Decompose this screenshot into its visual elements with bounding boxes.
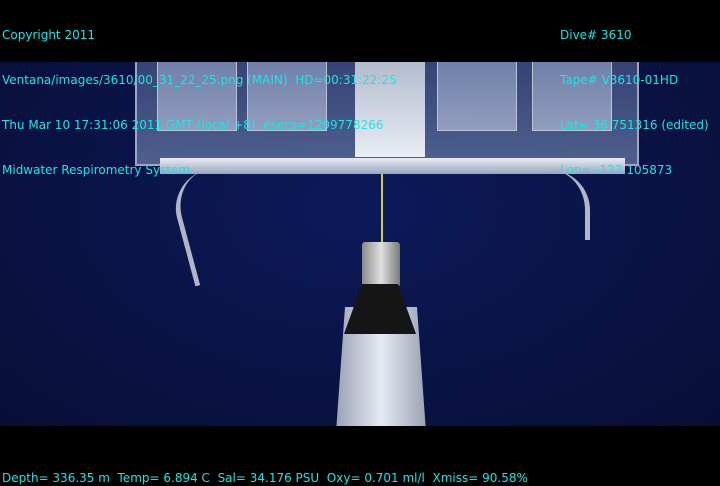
respirometer-chamber	[437, 62, 517, 131]
system-name-text: Midwater Respirometry System	[2, 163, 191, 177]
latitude-text: Lat= 36.751316 (edited)	[560, 118, 709, 132]
dive-number-text: Dive# 3610	[560, 28, 632, 42]
sampler-cylinder	[362, 242, 400, 287]
image-path-text: Ventana/images/3610/00_31_22_25.png (MAI…	[2, 73, 397, 87]
copyright-text: Copyright 2011	[2, 28, 95, 42]
sensor-readout: Depth= 336.35 m Temp= 6.894 C Sal= 34.17…	[2, 471, 528, 485]
overlay-top-left: Copyright 2011 Ventana/images/3610/00_31…	[2, 0, 397, 208]
tape-number-text: Tape# V3610-01HD	[560, 73, 679, 87]
sampler-cone	[344, 284, 416, 334]
video-frame: Copyright 2011 Ventana/images/3610/00_31…	[0, 0, 720, 486]
longitude-text: Lon= -122.105873	[560, 163, 673, 177]
overlay-top-right: Dive# 3610 Tape# V3610-01HD Lat= 36.7513…	[560, 0, 709, 208]
timestamp-text: Thu Mar 10 17:31:06 2011 GMT (local +8) …	[2, 118, 384, 132]
